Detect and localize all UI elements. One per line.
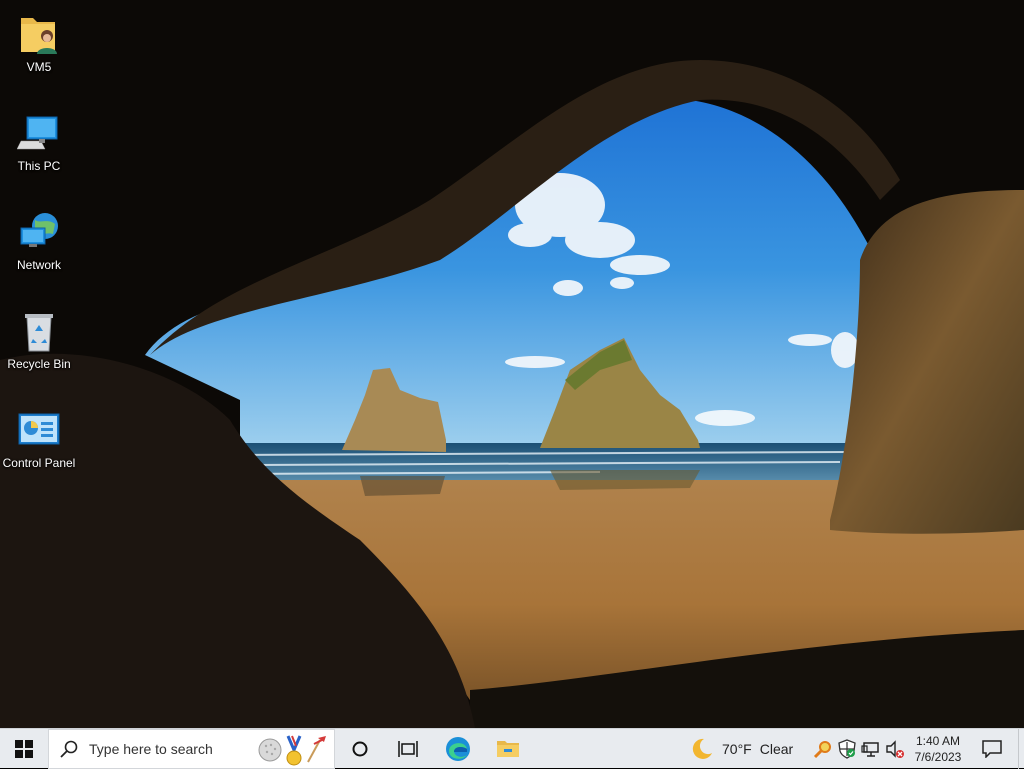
windows-logo-icon [15,740,33,758]
network-icon [20,213,58,247]
desktop-icon-label: This PC [17,159,61,173]
desktop-icon-label: VM5 [26,60,52,74]
taskbar: Type here to search 70°F Clear 1:40 AM 7… [0,728,1024,769]
windows-security-icon[interactable] [837,739,857,759]
weather-condition: Clear [759,741,794,757]
clock-time: 1:40 AM [915,734,961,748]
task-view-button[interactable] [386,729,430,769]
desktop-icon-network[interactable]: Network [2,202,76,288]
folder-icon [497,741,519,757]
start-button[interactable] [0,729,48,769]
desktop-icon-this-pc[interactable]: This PC [2,103,76,189]
search-icon [60,740,78,758]
edge-icon [446,737,470,761]
desktop-icon-label: Network [16,258,61,272]
computer-icon [17,116,58,150]
search-highlight-golf-icon[interactable] [258,732,330,768]
search-placeholder: Type here to search [89,741,213,757]
desktop-icon-recycle-bin[interactable]: Recycle Bin [2,301,76,387]
network-tray-icon[interactable] [861,739,881,759]
cortana-button[interactable] [340,729,380,769]
weather-widget[interactable]: 70°F Clear [690,729,800,769]
taskbar-search-box[interactable]: Type here to search [48,729,335,769]
task-view-icon [398,741,418,757]
taskbar-clock[interactable]: 1:40 AM 7/6/2023 [906,729,970,769]
clock-date: 7/6/2023 [914,750,962,764]
show-desktop-button[interactable] [1018,729,1024,769]
desktop-wallpaper [0,0,1024,728]
volume-muted-icon[interactable] [885,739,905,759]
file-explorer-button[interactable] [486,729,530,769]
cortana-circle-icon [352,741,368,757]
control-panel-icon [18,413,60,445]
user-folder-icon [21,18,57,54]
notification-icon [982,740,1002,758]
recycle-bin-icon [25,314,53,352]
desktop-icon-control-panel[interactable]: Control Panel [2,400,76,486]
magnifier-tray-icon[interactable] [813,739,833,759]
edge-browser-button[interactable] [436,729,480,769]
desktop-icon-vm5[interactable]: VM5 [2,4,76,90]
weather-temperature: 70°F [722,741,752,757]
desktop-icon-label: Recycle Bin [7,357,71,371]
action-center-button[interactable] [974,729,1010,769]
desktop-icon-label: Control Panel [2,456,76,470]
moon-icon [692,738,712,759]
